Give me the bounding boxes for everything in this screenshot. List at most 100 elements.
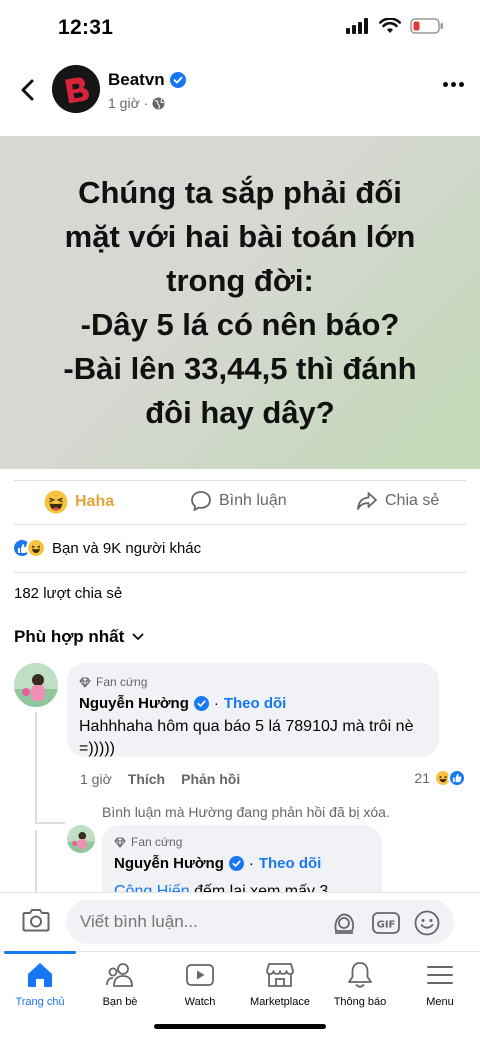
cellular-signal-icon	[346, 18, 368, 34]
tab-label: Thông báo	[333, 996, 387, 1008]
thread-line	[35, 830, 37, 892]
bottom-tab-bar: Trang chủ Bạn bè Watch Marketplace Thông…	[0, 951, 480, 1038]
more-options-button[interactable]	[443, 82, 464, 87]
hamburger-menu-icon	[427, 966, 453, 984]
comment-time: 1 giờ	[80, 771, 112, 787]
reply-commenter-name[interactable]: Nguyễn Hường · Theo dõi	[114, 855, 321, 872]
tab-watch[interactable]: Watch	[160, 960, 240, 1008]
user-photo-icon	[14, 663, 58, 707]
comment-input-bar: GIF	[0, 892, 480, 950]
post-image[interactable]: Chúng ta sắp phải đối mặt với hai bài to…	[0, 136, 480, 469]
thread-line	[35, 712, 37, 824]
active-tab-indicator	[4, 951, 76, 954]
tab-notifications[interactable]: Thông báo	[320, 960, 400, 1008]
haha-label: Haha	[75, 493, 115, 510]
status-bar: 12:31	[0, 0, 480, 56]
verified-badge-icon	[193, 696, 209, 711]
like-reaction-icon	[448, 769, 466, 787]
home-indicator	[154, 1024, 326, 1029]
page-avatar[interactable]	[52, 65, 100, 113]
share-count[interactable]: 182 lượt chia sẻ	[14, 585, 122, 602]
more-dot-icon	[443, 82, 448, 87]
status-icons	[346, 18, 444, 34]
reactions-text: Bạn và 9K người khác	[52, 539, 202, 557]
marketplace-store-icon	[266, 963, 294, 987]
diamond-icon	[79, 677, 91, 687]
fan-badge-label: Fan cứng	[96, 675, 148, 689]
reply-comment-button[interactable]: Phản hồi	[181, 771, 240, 787]
share-button[interactable]: Chia sẻ	[356, 490, 439, 512]
tab-friends[interactable]: Bạn bè	[80, 960, 160, 1008]
bell-icon	[348, 962, 372, 988]
back-button[interactable]	[14, 76, 42, 104]
user-photo-icon	[67, 825, 95, 853]
comment-sort-dropdown[interactable]: Phù hợp nhất	[14, 627, 144, 647]
commenter-name-label: Nguyễn Hường	[79, 695, 189, 712]
post-text: Chúng ta sắp phải đối mặt với hai bài to…	[63, 174, 417, 430]
divider	[14, 572, 466, 573]
wifi-icon	[379, 18, 401, 33]
separator-dot: ·	[248, 855, 254, 872]
back-arrow-icon	[21, 79, 34, 101]
share-label: Chia sẻ	[385, 492, 440, 509]
comment-label: Bình luận	[219, 492, 287, 509]
comment-bubble[interactable]: Fan cứng Nguyễn Hường · Theo dõi Hahhhah…	[67, 663, 439, 757]
status-time: 12:31	[58, 16, 114, 39]
friends-icon	[106, 963, 133, 987]
thread-line	[35, 822, 65, 824]
commenter-avatar[interactable]	[14, 663, 58, 707]
tab-marketplace[interactable]: Marketplace	[240, 960, 320, 1008]
comment-text: Hahhhaha hôm qua báo 5 lá 78910J mà trôi…	[79, 718, 414, 757]
svg-text:GIF: GIF	[377, 920, 396, 931]
comment-reaction-count[interactable]: 21	[414, 769, 466, 787]
action-bar: Haha Bình luận Chia sẻ	[0, 482, 480, 526]
share-arrow-icon	[357, 492, 377, 510]
verified-badge-icon	[169, 72, 186, 88]
chevron-down-icon	[132, 633, 144, 640]
comment-react-count: 21	[414, 770, 430, 786]
input-icons: GIF	[330, 909, 440, 937]
haha-button[interactable]: Haha	[44, 490, 114, 514]
home-icon	[28, 963, 52, 987]
haha-reaction-icon	[26, 538, 46, 558]
like-comment-button[interactable]: Thích	[128, 771, 165, 787]
page-name[interactable]: Beatvn	[108, 70, 186, 90]
emoji-icon[interactable]	[414, 910, 440, 936]
post-meta: 1 giờ ·	[108, 95, 165, 111]
fan-badge: Fan cứng	[114, 835, 182, 849]
follow-link[interactable]: Theo dõi	[259, 855, 322, 872]
globe-icon	[152, 97, 165, 109]
page-name-label: Beatvn	[108, 70, 165, 89]
comment-actions: 1 giờ Thích Phản hồi	[80, 771, 240, 787]
divider	[14, 524, 466, 525]
camera-button[interactable]	[22, 907, 50, 938]
watch-video-icon	[186, 964, 214, 986]
commenter-name-label: Nguyễn Hường	[114, 855, 224, 872]
tab-label: Watch	[184, 996, 216, 1008]
camera-icon	[22, 909, 50, 932]
divider	[14, 480, 466, 481]
follow-link[interactable]: Theo dõi	[224, 695, 287, 712]
diamond-icon	[114, 837, 126, 847]
tab-home[interactable]: Trang chủ	[0, 960, 80, 1008]
tab-label: Trang chủ	[15, 996, 65, 1008]
deleted-comment-note: Bình luận mà Hường đang phản hồi đã bị x…	[102, 804, 390, 820]
sort-label: Phù hợp nhất	[14, 627, 125, 646]
beatvn-logo-icon	[52, 65, 100, 113]
more-dot-icon	[451, 82, 456, 87]
tab-menu[interactable]: Menu	[400, 960, 480, 1008]
post-time: 1 giờ	[108, 95, 140, 111]
comment-button[interactable]: Bình luận	[190, 490, 287, 512]
reply-commenter-avatar[interactable]	[67, 825, 95, 853]
commenter-name[interactable]: Nguyễn Hường · Theo dõi	[79, 695, 286, 712]
tab-label: Bạn bè	[102, 996, 138, 1008]
avatar-sticker-icon[interactable]	[330, 909, 358, 937]
separator-dot: ·	[143, 95, 149, 111]
haha-emoji-icon	[44, 490, 68, 514]
gif-icon[interactable]: GIF	[372, 911, 400, 935]
reactions-summary[interactable]: Bạn và 9K người khác	[12, 538, 202, 558]
comment-bubble-icon	[191, 491, 211, 511]
tab-label: Menu	[426, 996, 454, 1008]
separator-dot: ·	[213, 695, 219, 712]
tab-label: Marketplace	[250, 996, 310, 1008]
